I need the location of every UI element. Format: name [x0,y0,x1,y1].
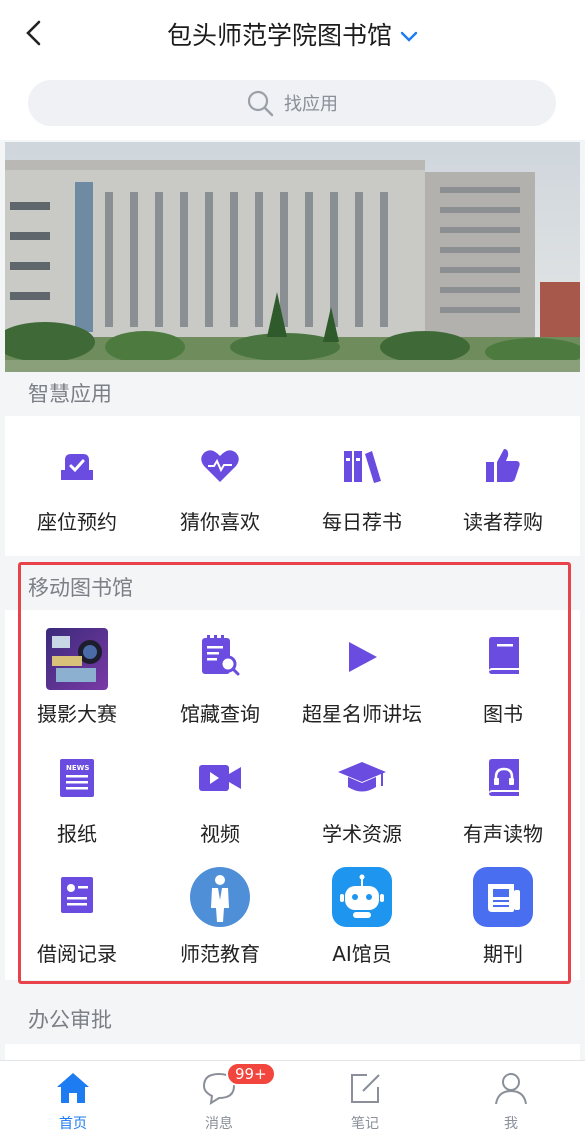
svg-text:NEWS: NEWS [66,764,89,772]
app-label: 借阅记录 [37,942,117,966]
app-audiobook[interactable]: 有声读物 [433,730,573,850]
app-label: 座位预约 [37,510,117,534]
message-count-badge: 99+ [226,1062,276,1086]
graduation-cap-icon [338,762,386,792]
app-label: 学术资源 [322,822,402,846]
app-catalog-search[interactable]: 馆藏查询 [150,610,290,730]
page-title[interactable]: 包头师范学院图书馆 [0,16,585,52]
smart-apps-grid: 座位预约 猜你喜欢 每日荐书 读者荐购 [5,416,580,556]
bottom-tab-bar: 首页 消息 笔记 我 [0,1060,585,1144]
journal-icon [473,867,533,927]
audiobook-icon [489,759,519,796]
teacher-icon [190,867,250,927]
search-placeholder: 找应用 [284,94,338,115]
tab-label: 首页 [59,1116,87,1132]
thumbs-up-icon [486,449,520,482]
app-photo-contest[interactable]: 摄影大赛 [7,610,147,730]
header: 包头师范学院图书馆 [0,0,585,68]
tab-label: 我 [504,1116,518,1132]
app-label: 图书 [483,702,523,726]
app-label: 猜你喜欢 [180,510,260,534]
app-daily-book[interactable]: 每日荐书 [292,416,432,556]
home-icon [57,1073,89,1103]
search-input[interactable]: 找应用 [28,80,556,126]
robot-icon [332,867,392,927]
app-label: 摄影大赛 [37,702,117,726]
app-label: AI馆员 [332,942,392,966]
tab-notes[interactable]: 笔记 [292,1061,438,1144]
section-title-mobile: 移动图书馆 [0,566,585,610]
section-title-smart: 智慧应用 [0,372,585,416]
app-newspaper[interactable]: NEWS 报纸 [7,730,147,850]
app-academic-resources[interactable]: 学术资源 [292,730,432,850]
heart-icon [201,450,239,482]
photo-contest-icon [46,628,108,690]
mobile-library-grid: 摄影大赛 馆藏查询 超星名师讲坛 图书 NEWS 报纸 视频 学术资源 有声读物… [5,610,580,980]
search-icon [247,90,274,117]
app-famous-teacher-lecture[interactable]: 超星名师讲坛 [292,610,432,730]
app-journals[interactable]: 期刊 [433,850,573,970]
seat-icon [61,454,93,480]
tab-label: 笔记 [351,1116,379,1132]
tab-profile[interactable]: 我 [438,1061,584,1144]
app-label: 师范教育 [180,942,260,966]
app-books[interactable]: 图书 [433,610,573,730]
app-label: 超星名师讲坛 [302,702,422,726]
app-seat-reservation[interactable]: 座位预约 [7,416,147,556]
app-label: 馆藏查询 [180,702,260,726]
tab-label: 消息 [205,1116,233,1132]
library-banner-image[interactable] [5,142,580,372]
app-teacher-education[interactable]: 师范教育 [150,850,290,970]
app-guess-you-like[interactable]: 猜你喜欢 [150,416,290,556]
catalog-search-icon [202,635,240,676]
app-label: 报纸 [57,822,97,846]
app-reader-recommend[interactable]: 读者荐购 [433,416,573,556]
app-ai-librarian[interactable]: AI馆员 [292,850,432,970]
video-icon [199,765,241,791]
book-icon [489,637,519,674]
app-label: 有声读物 [463,822,543,846]
books-icon [344,451,381,483]
note-icon [351,1074,380,1103]
app-label: 视频 [200,822,240,846]
app-borrow-record[interactable]: 借阅记录 [7,850,147,970]
profile-icon [495,1073,527,1105]
borrow-record-icon [61,877,93,913]
chevron-down-icon[interactable] [400,31,418,43]
app-video[interactable]: 视频 [150,730,290,850]
app-label: 期刊 [483,942,523,966]
search-bar: 找应用 [0,68,585,140]
section-title-office: 办公审批 [0,998,585,1042]
app-label: 每日荐书 [322,510,402,534]
library-building-illustration [5,142,580,372]
newspaper-icon: NEWS [60,759,94,797]
play-icon [349,642,377,672]
app-label: 读者荐购 [463,510,543,534]
office-apps-grid [5,1044,580,1060]
tab-home[interactable]: 首页 [0,1061,146,1144]
page-title-text: 包头师范学院图书馆 [166,21,392,50]
